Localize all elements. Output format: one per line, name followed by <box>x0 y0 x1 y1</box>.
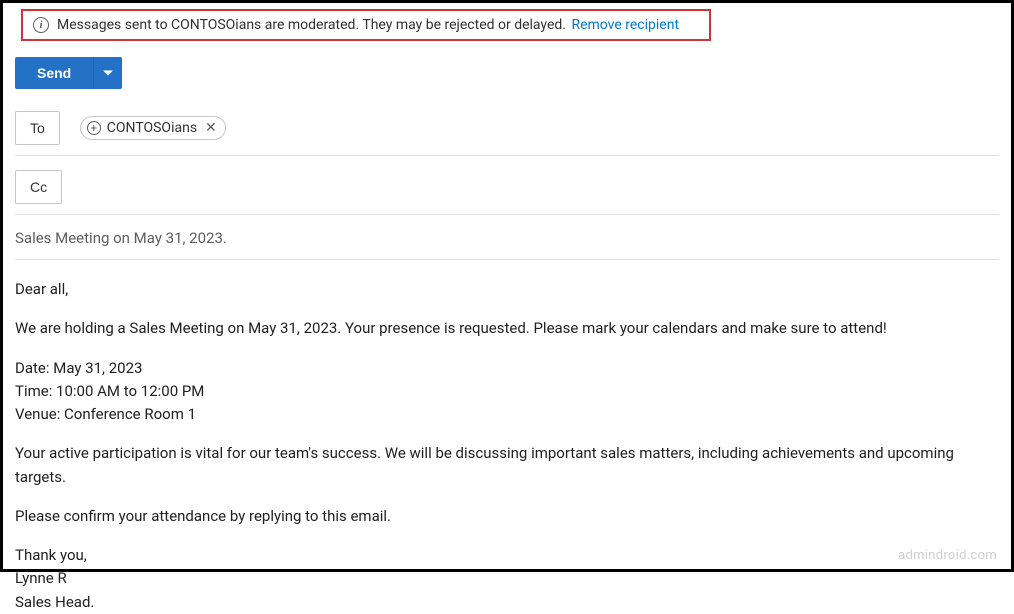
remove-recipient-link[interactable]: Remove recipient <box>571 17 679 33</box>
subject-field[interactable]: Sales Meeting on May 31, 2023. <box>15 229 999 260</box>
mailtip-bar: i Messages sent to CONTOSOians are moder… <box>21 9 711 41</box>
body-signature-title: Sales Head. <box>15 591 999 614</box>
body-signature-name: Lynne R <box>15 567 999 590</box>
watermark: admindroid.com <box>898 548 997 563</box>
expand-group-icon[interactable]: + <box>87 121 101 135</box>
info-icon: i <box>33 17 49 33</box>
body-paragraph: Your active participation is vital for o… <box>15 442 999 489</box>
send-button[interactable]: Send <box>15 57 93 89</box>
send-dropdown-button[interactable] <box>93 57 122 89</box>
send-row: Send <box>15 57 1011 89</box>
message-body[interactable]: Dear all, We are holding a Sales Meeting… <box>15 278 999 614</box>
body-paragraph: We are holding a Sales Meeting on May 31… <box>15 317 999 340</box>
to-button[interactable]: To <box>15 111 60 145</box>
body-paragraph: Please confirm your attendance by replyi… <box>15 505 999 528</box>
cc-row: Cc <box>15 170 999 215</box>
body-date: Date: May 31, 2023 <box>15 357 999 380</box>
cc-button[interactable]: Cc <box>15 170 62 204</box>
body-venue: Venue: Conference Room 1 <box>15 403 999 426</box>
body-closing: Thank you, <box>15 544 999 567</box>
to-row: To + CONTOSOians ✕ <box>15 111 999 156</box>
recipient-chip-name: CONTOSOians <box>107 120 197 136</box>
remove-chip-icon[interactable]: ✕ <box>205 120 217 136</box>
mailtip-text: Messages sent to CONTOSOians are moderat… <box>57 17 566 33</box>
recipient-chip[interactable]: + CONTOSOians ✕ <box>80 116 226 140</box>
chevron-down-icon <box>102 67 114 79</box>
body-greeting: Dear all, <box>15 278 999 301</box>
body-time: Time: 10:00 AM to 12:00 PM <box>15 380 999 403</box>
